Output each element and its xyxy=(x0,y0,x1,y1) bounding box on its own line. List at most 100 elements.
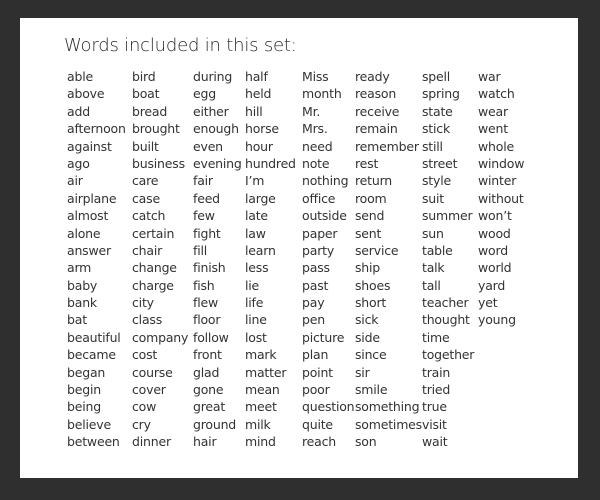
word-item: being xyxy=(67,399,101,415)
word-item: beautiful xyxy=(67,329,121,345)
word-item: large xyxy=(245,190,276,206)
word-item: bank xyxy=(67,295,97,311)
word-item: city xyxy=(132,295,154,311)
word-item: hill xyxy=(245,103,263,119)
word-item: tried xyxy=(422,382,451,398)
word-item: feed xyxy=(193,190,220,206)
word-item: pay xyxy=(302,295,325,311)
word-item: shoes xyxy=(355,277,391,293)
word-item: receive xyxy=(355,103,400,119)
word-item: law xyxy=(245,225,266,241)
word-item: summer xyxy=(422,208,473,224)
word-item: during xyxy=(193,69,233,84)
word-item: pass xyxy=(302,260,330,276)
word-item: world xyxy=(478,260,512,276)
word-item: reason xyxy=(355,86,397,102)
word-item: plan xyxy=(302,347,329,363)
word-item: held xyxy=(245,86,272,102)
word-item: against xyxy=(67,138,112,154)
word-item: case xyxy=(132,190,160,206)
word-item: line xyxy=(245,312,267,328)
word-item: yard xyxy=(478,277,506,293)
word-item: chair xyxy=(132,242,163,258)
word-item: alone xyxy=(67,225,101,241)
word-item: past xyxy=(302,277,329,293)
word-item: floor xyxy=(193,312,221,328)
word-item: business xyxy=(132,155,185,171)
word-item: fill xyxy=(193,242,208,258)
word-column-5: Miss month Mr. Mrs. need note nothing office out… xyxy=(302,68,355,451)
word-item: answer xyxy=(67,242,111,258)
word-item: lie xyxy=(245,277,260,293)
word-item: cost xyxy=(132,347,158,363)
word-item: milk xyxy=(245,416,271,432)
word-item: spell xyxy=(422,69,451,84)
word-item: egg xyxy=(193,86,216,102)
word-item: I’m xyxy=(245,173,265,189)
word-item: party xyxy=(302,242,335,258)
word-item: fight xyxy=(193,225,221,241)
word-item: cow xyxy=(132,399,157,415)
word-item: great xyxy=(193,399,226,415)
word-item: fish xyxy=(193,277,215,293)
word-item: sometimes xyxy=(355,416,422,432)
word-item: spring xyxy=(422,86,460,102)
word-item: word xyxy=(478,242,508,258)
word-item: paper xyxy=(302,225,338,241)
word-item: hour xyxy=(245,138,273,154)
word-item: horse xyxy=(245,121,279,137)
word-item: company xyxy=(132,329,189,345)
word-column-3: during egg either enough even evening fair feed… xyxy=(193,68,242,451)
word-column-1: able above add afternoon against ago air airpla… xyxy=(67,68,126,451)
word-item: war xyxy=(478,69,501,84)
word-item: style xyxy=(422,173,451,189)
word-item: above xyxy=(67,86,105,102)
word-item: gone xyxy=(193,382,224,398)
word-item: picture xyxy=(302,329,345,345)
word-item: nothing xyxy=(302,173,349,189)
word-item: care xyxy=(132,173,159,189)
word-item: went xyxy=(478,121,508,137)
word-item: finish xyxy=(193,260,226,276)
word-item: cry xyxy=(132,416,151,432)
word-item: quite xyxy=(302,416,333,432)
word-item: rest xyxy=(355,155,379,171)
word-item: ready xyxy=(355,69,390,84)
word-item: yet xyxy=(478,295,498,311)
word-item: remember xyxy=(355,138,419,154)
word-item: air xyxy=(67,173,83,189)
word-item: half xyxy=(245,69,268,84)
word-item: airplane xyxy=(67,190,117,206)
word-item: mark xyxy=(245,347,277,363)
word-item: ground xyxy=(193,416,237,432)
word-item: bread xyxy=(132,103,168,119)
word-item: baby xyxy=(67,277,98,293)
word-item: built xyxy=(132,138,159,154)
word-item: talk xyxy=(422,260,445,276)
word-column-4: half held hill horse hour hundred I’m large late… xyxy=(245,68,296,451)
word-item: poor xyxy=(302,382,330,398)
word-item: table xyxy=(422,242,453,258)
word-item: still xyxy=(422,138,443,154)
word-item: remain xyxy=(355,121,398,137)
word-item: time xyxy=(422,329,450,345)
word-item: something xyxy=(355,399,420,415)
word-item: since xyxy=(355,347,387,363)
word-item: ship xyxy=(355,260,381,276)
word-item: begin xyxy=(67,382,101,398)
word-item: almost xyxy=(67,208,109,224)
word-column-8: war watch wear went whole window winter without… xyxy=(478,68,524,329)
word-item: meet xyxy=(245,399,277,415)
word-item: bat xyxy=(67,312,87,328)
word-item: ago xyxy=(67,155,90,171)
word-item: follow xyxy=(193,329,229,345)
word-item: visit xyxy=(422,416,447,432)
word-item: dinner xyxy=(132,434,171,450)
word-item: pen xyxy=(302,312,325,328)
word-item: enough xyxy=(193,121,239,137)
word-item: mean xyxy=(245,382,280,398)
word-item: fair xyxy=(193,173,213,189)
word-item: became xyxy=(67,347,116,363)
word-item: without xyxy=(478,190,524,206)
word-item: teacher xyxy=(422,295,469,311)
